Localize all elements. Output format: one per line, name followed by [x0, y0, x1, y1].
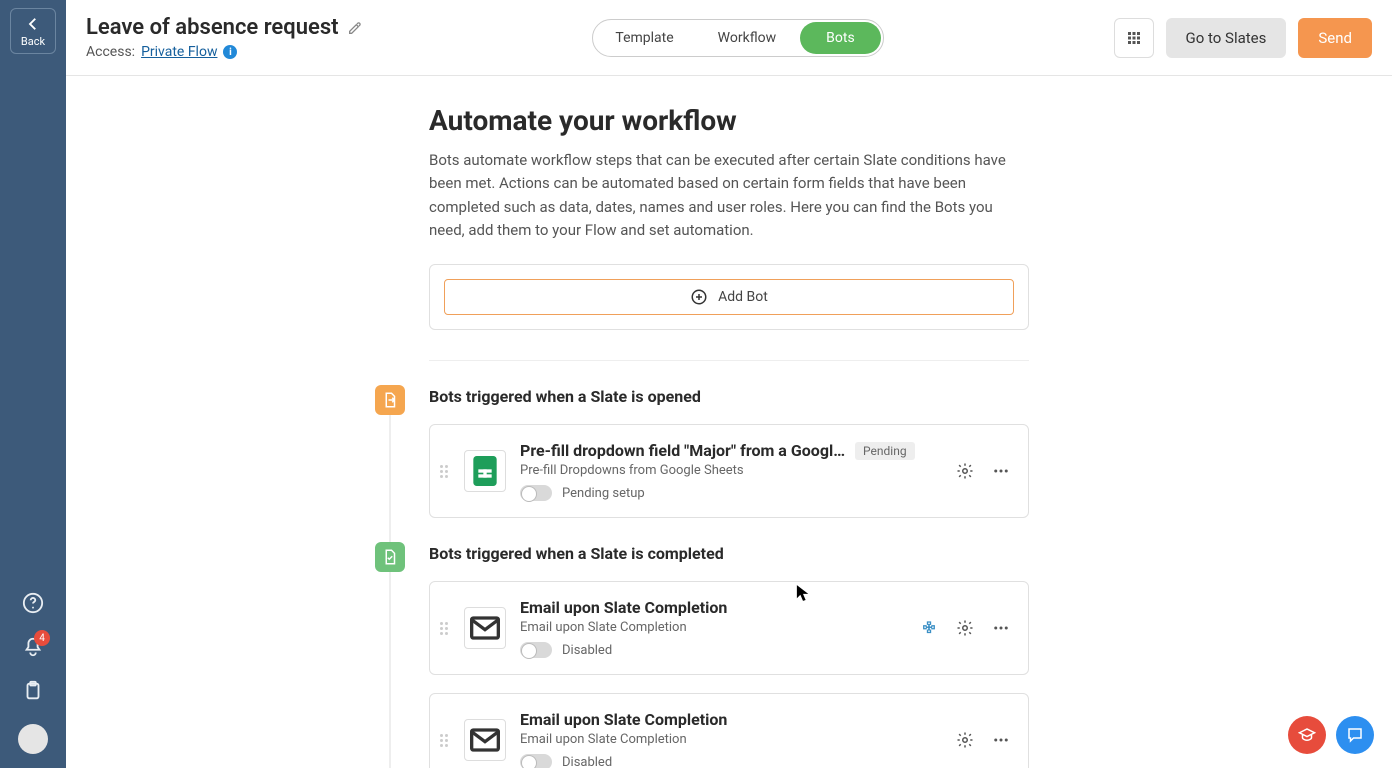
access-link[interactable]: Private Flow: [141, 44, 217, 60]
avatar[interactable]: [18, 724, 48, 754]
edit-icon[interactable]: [347, 20, 363, 36]
chevron-left-icon: [24, 15, 42, 33]
bot-icon-email: [464, 607, 506, 649]
grid-icon: [1125, 29, 1143, 47]
document-check-icon: [381, 548, 399, 566]
timeline-line: [389, 415, 391, 768]
gear-icon[interactable]: [956, 731, 974, 749]
go-to-slates-button[interactable]: Go to Slates: [1166, 18, 1287, 58]
main: Leave of absence request Access: Private…: [66, 0, 1392, 768]
pending-pill: Pending: [855, 442, 915, 460]
bot-subtitle: Email upon Slate Completion: [520, 620, 906, 635]
plus-circle-icon: [690, 288, 708, 306]
section-completed-title: Bots triggered when a Slate is completed: [429, 544, 724, 563]
bot-toggle[interactable]: [520, 642, 552, 658]
notification-badge: 4: [34, 630, 50, 646]
info-icon[interactable]: i: [223, 45, 237, 59]
section-completed: Bots triggered when a Slate is completed…: [429, 544, 1029, 768]
page-title: Leave of absence request: [86, 15, 339, 40]
mail-icon: [465, 608, 505, 648]
access-row: Access: Private Flow i: [86, 44, 363, 60]
back-button[interactable]: Back: [10, 8, 56, 54]
bot-status: Disabled: [562, 755, 612, 768]
document-out-icon: [381, 391, 399, 409]
bot-subtitle: Pre-fill Dropdowns from Google Sheets: [520, 463, 942, 478]
mail-icon: [465, 720, 505, 760]
section-opened: Bots triggered when a Slate is opened Pr…: [429, 387, 1029, 518]
more-icon[interactable]: [992, 619, 1010, 637]
content-description: Bots automate workflow steps that can be…: [429, 149, 1029, 242]
apps-button[interactable]: [1114, 18, 1154, 58]
more-icon[interactable]: [992, 462, 1010, 480]
help-icon[interactable]: [22, 592, 44, 614]
gear-icon[interactable]: [956, 462, 974, 480]
add-bot-container: Add Bot: [429, 264, 1029, 330]
add-bot-button[interactable]: Add Bot: [444, 279, 1014, 315]
google-sheets-icon: [465, 451, 505, 491]
bot-status: Disabled: [562, 643, 612, 658]
tab-template[interactable]: Template: [593, 20, 695, 56]
section-opened-title: Bots triggered when a Slate is opened: [429, 387, 701, 406]
chat-button[interactable]: [1336, 716, 1374, 754]
bot-icon-sheets: [464, 450, 506, 492]
tab-bots[interactable]: Bots: [800, 22, 881, 54]
bot-toggle[interactable]: [520, 485, 552, 501]
divider: [429, 360, 1029, 361]
bot-icon-email: [464, 719, 506, 761]
left-rail: Back 4: [0, 0, 66, 768]
content-scroll[interactable]: Automate your workflow Bots automate wor…: [66, 76, 1392, 768]
bot-card[interactable]: Pre-fill dropdown field "Major" from a G…: [429, 424, 1029, 518]
chat-icon: [1346, 726, 1364, 744]
bot-title: Pre-fill dropdown field "Major" from a G…: [520, 441, 845, 460]
gear-icon[interactable]: [956, 619, 974, 637]
access-label: Access:: [86, 44, 135, 60]
bot-card[interactable]: Email upon Slate Completion Email upon S…: [429, 581, 1029, 675]
academy-button[interactable]: [1288, 716, 1326, 754]
bot-toggle[interactable]: [520, 754, 552, 768]
header: Leave of absence request Access: Private…: [66, 0, 1392, 76]
drag-handle[interactable]: [440, 734, 450, 747]
clipboard-icon[interactable]: [22, 680, 44, 702]
bot-title: Email upon Slate Completion: [520, 710, 727, 729]
graduation-cap-icon: [1298, 726, 1316, 744]
add-bot-label: Add Bot: [718, 289, 768, 305]
drag-handle[interactable]: [440, 465, 450, 478]
send-button[interactable]: Send: [1298, 18, 1372, 58]
section-completed-badge: [375, 542, 405, 572]
bot-card[interactable]: Email upon Slate Completion Email upon S…: [429, 693, 1029, 768]
cursor-icon: [796, 584, 810, 606]
drag-handle[interactable]: [440, 622, 450, 635]
more-icon[interactable]: [992, 731, 1010, 749]
view-segmented: Template Workflow Bots: [592, 19, 883, 57]
section-opened-badge: [375, 385, 405, 415]
back-label: Back: [21, 35, 45, 48]
bot-title: Email upon Slate Completion: [520, 598, 727, 617]
tab-workflow[interactable]: Workflow: [696, 20, 799, 56]
bot-subtitle: Email upon Slate Completion: [520, 732, 942, 747]
bot-status: Pending setup: [562, 486, 645, 501]
content-heading: Automate your workflow: [429, 104, 1029, 137]
puzzle-icon[interactable]: [920, 619, 938, 637]
notifications-icon[interactable]: 4: [22, 636, 44, 658]
